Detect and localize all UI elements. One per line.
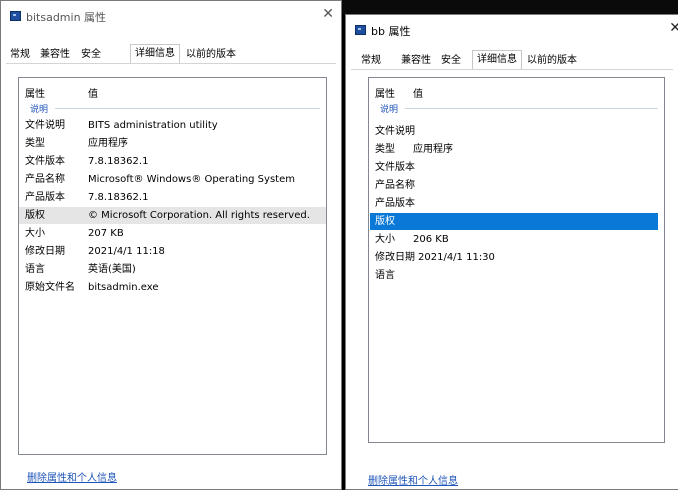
property-value: bitsadmin.exe: [88, 282, 159, 293]
property-value: BITS administration utility: [88, 120, 218, 131]
property-name: 类型: [25, 138, 45, 149]
group-divider: [405, 108, 658, 109]
property-name: 文件版本: [25, 156, 65, 167]
property-value: 7.8.18362.1: [88, 192, 149, 203]
close-icon[interactable]: ✕: [322, 6, 334, 22]
property-name: 文件说明: [375, 126, 415, 137]
property-name: 版权: [25, 210, 45, 221]
tab-details[interactable]: 详细信息: [130, 44, 180, 64]
list-item[interactable]: 类型 应用程序: [369, 141, 664, 158]
property-name: 产品名称: [25, 174, 65, 185]
list-item-selected[interactable]: 版权: [370, 213, 658, 230]
property-name: 文件说明: [25, 120, 65, 131]
property-name: 版权: [375, 216, 395, 227]
group-label: 说明: [380, 105, 399, 115]
tab-security[interactable]: 安全: [437, 53, 465, 69]
list-item[interactable]: 语言: [369, 267, 664, 284]
list-item[interactable]: 文件版本 7.8.18362.1: [19, 153, 326, 170]
column-header-property[interactable]: 属性: [25, 85, 45, 100]
list-item[interactable]: 文件版本: [369, 159, 664, 176]
tab-divider: [6, 63, 336, 64]
list-item[interactable]: 产品名称 Microsoft® Windows® Operating System: [19, 171, 326, 188]
property-name: 原始文件名: [25, 282, 75, 293]
property-name: 产品名称: [375, 180, 415, 191]
property-value: 206 KB: [413, 234, 449, 245]
property-name: 语言: [25, 264, 45, 275]
window-title: bb 属性: [371, 25, 411, 38]
column-header-value[interactable]: 值: [88, 85, 98, 100]
tab-details[interactable]: 详细信息: [472, 50, 522, 70]
property-name: 大小: [375, 234, 395, 245]
list-item[interactable]: 大小 206 KB: [369, 231, 664, 248]
property-value: 应用程序: [88, 138, 128, 149]
list-item[interactable]: 修改日期 2021/4/1 11:30: [369, 249, 664, 266]
title-bar: bb 属性 ✕: [346, 15, 678, 45]
title-bar: bitsadmin 属性 ✕: [1, 1, 341, 31]
list-item[interactable]: 产品版本 7.8.18362.1: [19, 189, 326, 206]
property-name: 修改日期: [375, 252, 415, 263]
column-header-property[interactable]: 属性: [375, 85, 395, 100]
list-item[interactable]: 大小 207 KB: [19, 225, 326, 242]
list-item[interactable]: 语言 英语(美国): [19, 261, 326, 278]
property-name: 大小: [25, 228, 45, 239]
tab-general[interactable]: 常规: [357, 53, 385, 69]
group-label: 说明: [30, 105, 49, 115]
details-list[interactable]: 属性 值 说明 文件说明 BITS administration utility …: [18, 77, 327, 455]
tab-compatibility[interactable]: 兼容性: [397, 53, 435, 69]
property-name: 类型: [375, 144, 395, 155]
tab-previous-versions[interactable]: 以前的版本: [523, 53, 581, 69]
property-value: 英语(美国): [88, 264, 136, 275]
property-value: 应用程序: [413, 144, 453, 155]
property-name: 文件版本: [375, 162, 415, 173]
details-list[interactable]: 属性 值 说明 文件说明 类型 应用程序 文件版本 产品名称 产品版本 版权 大小…: [368, 77, 665, 443]
tab-divider: [351, 69, 673, 70]
property-value: 2021/4/1 11:18: [88, 246, 165, 257]
list-item[interactable]: 产品版本: [369, 195, 664, 212]
tab-security[interactable]: 安全: [77, 47, 105, 63]
list-item[interactable]: 修改日期 2021/4/1 11:18: [19, 243, 326, 260]
close-icon[interactable]: ✕: [669, 20, 678, 36]
window-icon: [10, 11, 21, 21]
properties-window-bb: bb 属性 ✕ 常规 兼容性 安全 详细信息 以前的版本 属性 值 说明 文件说…: [345, 14, 678, 490]
list-item[interactable]: 产品名称: [369, 177, 664, 194]
tab-general[interactable]: 常规: [6, 47, 34, 63]
group-divider: [55, 108, 320, 109]
properties-window-bitsadmin: bitsadmin 属性 ✕ 常规 兼容性 安全 详细信息 以前的版本 属性 值…: [0, 0, 342, 490]
property-value: 7.8.18362.1: [88, 156, 149, 167]
property-name: 产品版本: [375, 198, 415, 209]
list-item[interactable]: 文件说明 BITS administration utility: [19, 117, 326, 134]
column-header-value[interactable]: 值: [413, 85, 423, 100]
property-name: 修改日期: [25, 246, 65, 257]
list-item[interactable]: 原始文件名 bitsadmin.exe: [19, 279, 326, 296]
property-value: 2021/4/1 11:30: [418, 252, 495, 263]
remove-properties-link[interactable]: 删除属性和个人信息: [27, 469, 117, 484]
property-value: 207 KB: [88, 228, 124, 239]
list-item-hovered[interactable]: 版权 © Microsoft Corporation. All rights re…: [19, 207, 326, 224]
property-name: 语言: [375, 270, 395, 281]
list-item[interactable]: 类型 应用程序: [19, 135, 326, 152]
property-value: Microsoft® Windows® Operating System: [88, 174, 295, 185]
list-item[interactable]: 文件说明: [369, 123, 664, 140]
window-title: bitsadmin 属性: [26, 11, 107, 24]
property-value: © Microsoft Corporation. All rights rese…: [88, 210, 310, 221]
tab-previous-versions[interactable]: 以前的版本: [182, 47, 240, 63]
window-icon: [355, 25, 366, 35]
tab-compatibility[interactable]: 兼容性: [36, 47, 74, 63]
remove-properties-link[interactable]: 删除属性和个人信息: [368, 472, 458, 487]
property-name: 产品版本: [25, 192, 65, 203]
